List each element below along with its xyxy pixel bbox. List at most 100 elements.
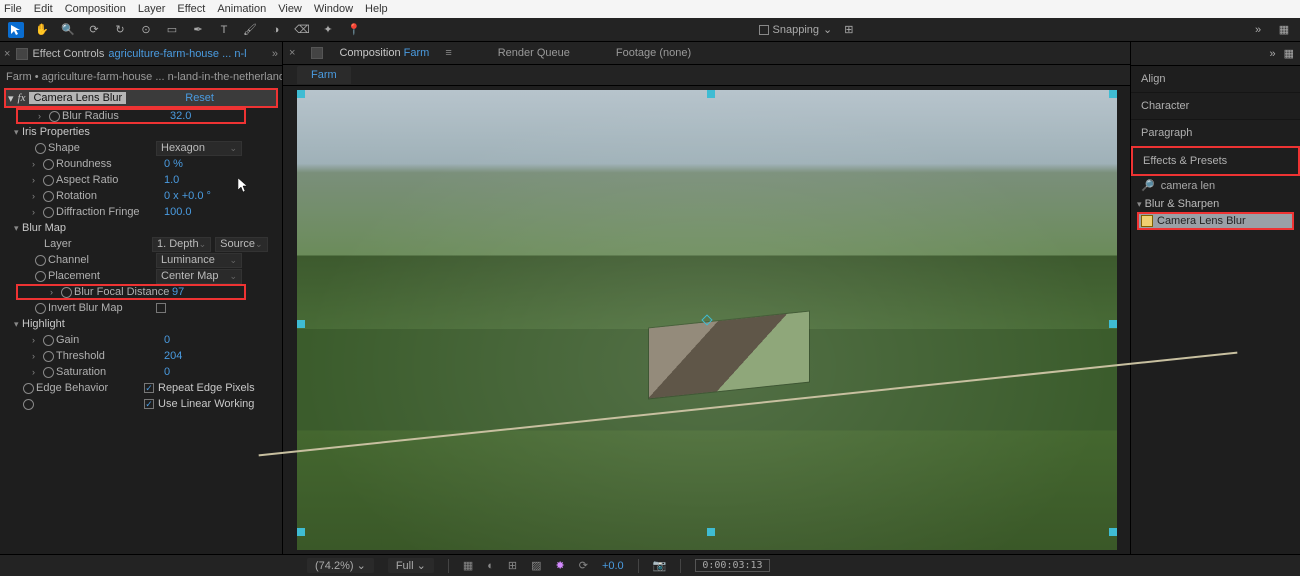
composition-name-link[interactable]: Farm bbox=[404, 47, 430, 59]
workspace-switcher-icon[interactable]: ▦ bbox=[1276, 22, 1292, 38]
panel-menu-icon[interactable]: ≡ bbox=[445, 47, 451, 59]
expand-panels-icon[interactable]: » bbox=[1269, 48, 1275, 60]
brush-tool-icon[interactable]: 🖌 bbox=[242, 22, 258, 38]
roundness-value[interactable]: 0 % bbox=[164, 158, 183, 170]
timecode-display[interactable]: 0:00:03:13 bbox=[695, 559, 769, 572]
effects-search-input[interactable]: camera len bbox=[1161, 180, 1215, 192]
align-panel-toggle[interactable]: Align bbox=[1131, 66, 1300, 93]
threshold-value[interactable]: 204 bbox=[164, 350, 182, 362]
stopwatch-icon[interactable] bbox=[42, 190, 54, 202]
highlight-header[interactable]: Highlight bbox=[22, 318, 130, 330]
composition-tab-label[interactable]: Composition bbox=[339, 47, 400, 59]
stopwatch-icon[interactable] bbox=[48, 110, 60, 122]
fx-badge-icon[interactable]: fx bbox=[18, 92, 26, 104]
pen-tool-icon[interactable]: ✒ bbox=[190, 22, 206, 38]
menu-composition[interactable]: Composition bbox=[65, 3, 126, 15]
exposure-reset-icon[interactable]: ⟳ bbox=[579, 559, 588, 572]
placement-dropdown[interactable]: Center Map⌄ bbox=[156, 269, 242, 284]
character-panel-toggle[interactable]: Character bbox=[1131, 93, 1300, 120]
invert-blur-map-checkbox[interactable] bbox=[156, 303, 166, 313]
bbox-handle-icon[interactable] bbox=[1109, 528, 1117, 536]
panel-grid-icon[interactable]: ▦ bbox=[1284, 47, 1294, 60]
rotate-tool-icon[interactable]: ↻ bbox=[112, 22, 128, 38]
stopwatch-icon[interactable] bbox=[42, 206, 54, 218]
layer-dropdown[interactable]: 1. Depth⌄ bbox=[152, 237, 211, 252]
menu-layer[interactable]: Layer bbox=[138, 3, 166, 15]
close-panel-icon[interactable]: × bbox=[289, 47, 295, 59]
linear-working-checkbox[interactable] bbox=[144, 399, 154, 409]
channel-dropdown[interactable]: Luminance⌄ bbox=[156, 253, 242, 268]
stopwatch-icon[interactable] bbox=[60, 286, 72, 298]
stopwatch-icon[interactable] bbox=[22, 382, 34, 394]
composition-viewer[interactable] bbox=[283, 86, 1130, 554]
menu-help[interactable]: Help bbox=[365, 3, 388, 15]
eraser-tool-icon[interactable]: ⌫ bbox=[294, 22, 310, 38]
panel-overflow-icon[interactable]: » bbox=[272, 48, 278, 60]
rectangle-tool-icon[interactable]: ▭ bbox=[164, 22, 180, 38]
stopwatch-icon[interactable] bbox=[34, 302, 46, 314]
close-panel-icon[interactable]: × bbox=[4, 48, 10, 60]
transparency-toggle-icon[interactable]: ▨ bbox=[531, 559, 541, 572]
bbox-handle-icon[interactable] bbox=[297, 528, 305, 536]
channel-view-icon[interactable]: ⊞ bbox=[508, 559, 517, 572]
menu-view[interactable]: View bbox=[278, 3, 302, 15]
menu-window[interactable]: Window bbox=[314, 3, 353, 15]
stopwatch-icon[interactable] bbox=[42, 334, 54, 346]
resolution-dropdown[interactable]: Full ⌄ bbox=[388, 558, 434, 573]
blur-radius-value[interactable]: 32.0 bbox=[170, 110, 191, 122]
pan-behind-tool-icon[interactable]: ⊙ bbox=[138, 22, 154, 38]
layer-source-dropdown[interactable]: Source⌄ bbox=[215, 237, 267, 252]
rotation-value[interactable]: 0 x +0.0 ° bbox=[164, 190, 211, 202]
stopwatch-icon[interactable] bbox=[42, 366, 54, 378]
zoom-tool-icon[interactable]: 🔍 bbox=[60, 22, 76, 38]
iris-properties-header[interactable]: Iris Properties bbox=[22, 126, 130, 138]
puppet-tool-icon[interactable]: 📍 bbox=[346, 22, 362, 38]
twirl-down-icon[interactable]: ▾ bbox=[8, 92, 14, 105]
blur-map-header[interactable]: Blur Map bbox=[22, 222, 130, 234]
render-queue-tab[interactable]: Render Queue bbox=[498, 47, 570, 59]
reset-button[interactable]: Reset bbox=[185, 92, 214, 104]
exposure-value[interactable]: +0.0 bbox=[602, 560, 624, 572]
stopwatch-icon[interactable] bbox=[42, 174, 54, 186]
stopwatch-icon[interactable] bbox=[34, 142, 46, 154]
camera-lens-blur-preset[interactable]: Camera Lens Blur bbox=[1137, 212, 1294, 230]
snapshot-icon[interactable]: 📷 bbox=[653, 559, 667, 572]
stopwatch-icon[interactable] bbox=[34, 270, 46, 282]
effect-controls-layer-link[interactable]: agriculture-farm-house ... n-l bbox=[108, 48, 246, 60]
menu-animation[interactable]: Animation bbox=[217, 3, 266, 15]
gain-value[interactable]: 0 bbox=[164, 334, 170, 346]
bbox-handle-icon[interactable] bbox=[297, 320, 305, 328]
bbox-handle-icon[interactable] bbox=[297, 90, 305, 98]
snapping-toggle[interactable]: Snapping ⌄ ⊞ bbox=[759, 23, 854, 36]
repeat-edge-checkbox[interactable] bbox=[144, 383, 154, 393]
bbox-handle-icon[interactable] bbox=[707, 528, 715, 536]
grid-icon[interactable]: ▦ bbox=[463, 559, 473, 572]
roto-tool-icon[interactable]: ✦ bbox=[320, 22, 336, 38]
color-management-icon[interactable]: ✸ bbox=[556, 559, 565, 572]
stopwatch-icon[interactable] bbox=[22, 398, 34, 410]
menu-effect[interactable]: Effect bbox=[177, 3, 205, 15]
type-tool-icon[interactable]: T bbox=[216, 22, 232, 38]
orbit-tool-icon[interactable]: ⟳ bbox=[86, 22, 102, 38]
effects-category-label[interactable]: Blur & Sharpen bbox=[1145, 198, 1220, 210]
stopwatch-icon[interactable] bbox=[42, 350, 54, 362]
saturation-value[interactable]: 0 bbox=[164, 366, 170, 378]
zoom-dropdown[interactable]: (74.2%) ⌄ bbox=[307, 558, 374, 573]
hand-tool-icon[interactable]: ✋ bbox=[34, 22, 50, 38]
aspect-ratio-value[interactable]: 1.0 bbox=[164, 174, 179, 186]
bbox-handle-icon[interactable] bbox=[1109, 320, 1117, 328]
snapping-extra-icon[interactable]: ⊞ bbox=[844, 23, 853, 36]
effect-header[interactable]: ▾ fx Camera Lens Blur Reset bbox=[4, 88, 278, 108]
stopwatch-icon[interactable] bbox=[34, 254, 46, 266]
menu-edit[interactable]: Edit bbox=[34, 3, 53, 15]
twirl-right-icon[interactable]: › bbox=[38, 111, 46, 121]
footage-tab[interactable]: Footage (none) bbox=[616, 47, 691, 59]
clone-tool-icon[interactable]: ◑ bbox=[268, 22, 284, 38]
diffraction-value[interactable]: 100.0 bbox=[164, 206, 192, 218]
selection-tool-icon[interactable] bbox=[8, 22, 24, 38]
twirl-down-icon[interactable]: ▾ bbox=[1137, 199, 1142, 209]
workspace-chevron-icon[interactable]: » bbox=[1250, 22, 1266, 38]
bbox-handle-icon[interactable] bbox=[707, 90, 715, 98]
shape-dropdown[interactable]: Hexagon⌄ bbox=[156, 141, 242, 156]
focal-distance-value[interactable]: 97 bbox=[172, 286, 184, 298]
